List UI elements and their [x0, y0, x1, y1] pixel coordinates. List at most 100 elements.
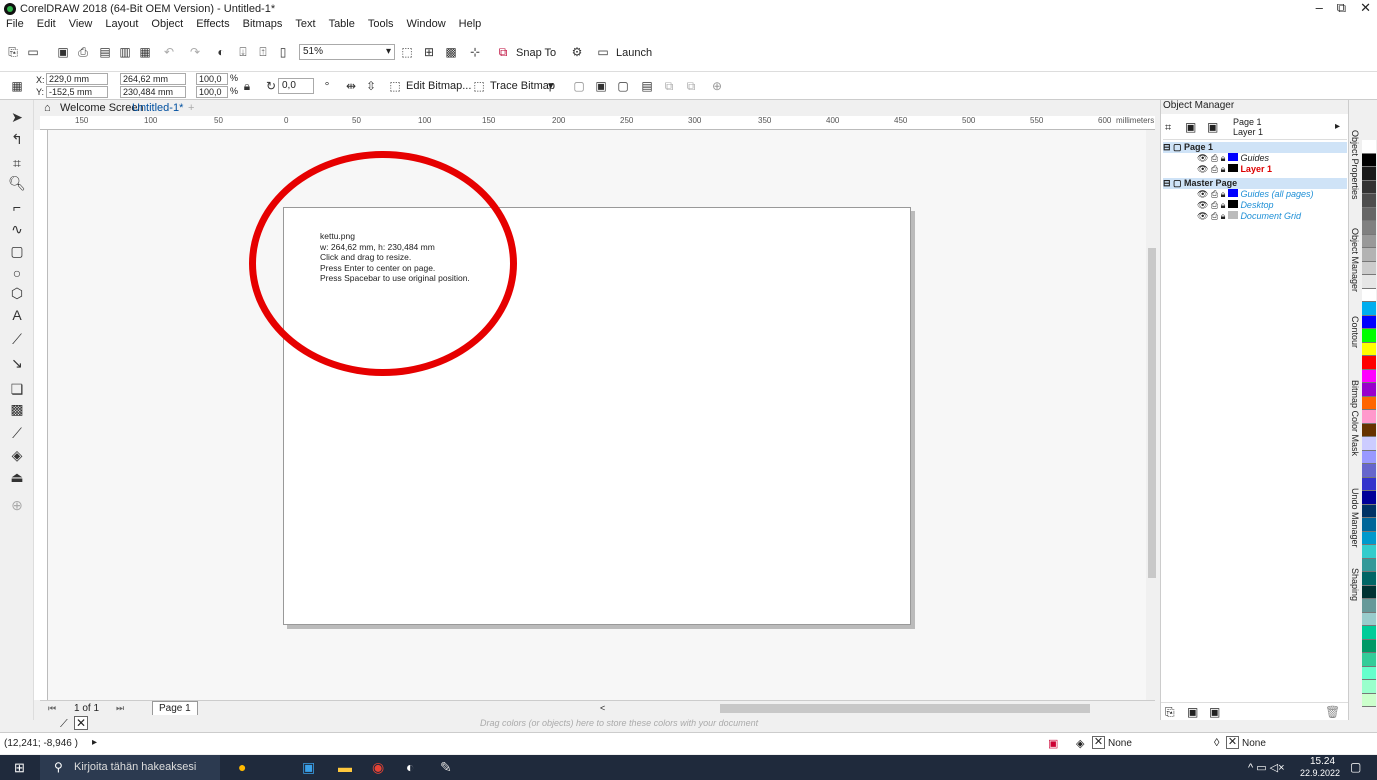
scale-height-field[interactable]: 100,0: [196, 86, 228, 98]
color-proof-icon[interactable]: ▣: [1048, 737, 1058, 750]
menu-help[interactable]: Help: [459, 18, 482, 32]
palette-swatch[interactable]: [1362, 383, 1376, 397]
menu-effects[interactable]: Effects: [196, 18, 229, 32]
outline-pen-icon[interactable]: ◊: [1214, 737, 1219, 749]
palette-swatch[interactable]: [1362, 180, 1376, 194]
to-front-icon[interactable]: ⧉: [660, 77, 678, 95]
crop-tool-icon[interactable]: ⌗: [8, 154, 26, 172]
text-tool-icon[interactable]: A: [8, 306, 26, 324]
palette-swatch[interactable]: [1362, 248, 1376, 262]
fill-none-swatch-icon[interactable]: ✕: [1092, 736, 1105, 749]
launch-icon[interactable]: ▭: [594, 43, 612, 61]
palette-swatch[interactable]: [1362, 437, 1376, 451]
height-field[interactable]: 230,484 mm: [120, 86, 186, 98]
vertical-scrollbar[interactable]: [1146, 130, 1157, 700]
minimize-button[interactable]: –: [1316, 0, 1323, 16]
connector-tool-icon[interactable]: ↘: [8, 354, 26, 372]
launch-button[interactable]: Launch: [616, 47, 652, 59]
fill-bucket-icon[interactable]: ◈: [1076, 737, 1084, 750]
tree-item-layer-1[interactable]: 👁︎ ⎙ 🔒︎ Layer 1: [1163, 164, 1347, 175]
close-button[interactable]: ✕: [1360, 0, 1371, 16]
vertical-ruler[interactable]: [34, 130, 48, 700]
palette-swatch[interactable]: [1362, 153, 1376, 167]
drop-shadow-icon[interactable]: ❏: [8, 380, 26, 398]
horizontal-scroll-thumb[interactable]: [720, 704, 1090, 713]
artistic-media-icon[interactable]: ∿: [8, 220, 26, 238]
new-tab-button[interactable]: +: [188, 102, 194, 114]
notifications-icon[interactable]: ▢: [1350, 760, 1361, 774]
panel-expand-icon[interactable]: ▸: [1335, 121, 1340, 132]
object-origin-icon[interactable]: ▦: [8, 77, 26, 95]
export-icon[interactable]: ⍐: [254, 43, 272, 61]
palette-swatch[interactable]: [1362, 140, 1376, 154]
trace-bitmap-icon[interactable]: ⬚: [470, 77, 488, 95]
ellipse-tool-icon[interactable]: ○: [8, 264, 26, 282]
quick-customize-icon[interactable]: ⊕: [8, 496, 26, 514]
save-icon[interactable]: ▣: [54, 43, 72, 61]
cut-icon[interactable]: ▤: [96, 43, 114, 61]
print-icon[interactable]: ⎙: [74, 43, 92, 61]
home-icon[interactable]: ⌂: [44, 102, 51, 114]
palette-swatch[interactable]: [1362, 167, 1376, 181]
snap-to-button[interactable]: Snap To: [516, 47, 556, 59]
menu-object[interactable]: Object: [151, 18, 183, 32]
palette-swatch[interactable]: [1362, 545, 1376, 559]
tree-item-master-page[interactable]: ⊟ ▢ Master Page: [1163, 178, 1347, 189]
delete-icon[interactable]: 🗑︎: [1325, 705, 1340, 719]
palette-swatch[interactable]: [1362, 477, 1376, 491]
layer-options-icon[interactable]: ⌗: [1165, 122, 1171, 135]
palette-swatch[interactable]: [1362, 518, 1376, 532]
palette-swatch[interactable]: [1362, 288, 1376, 302]
new-master-layer-all-icon[interactable]: ▣: [1209, 705, 1220, 719]
palette-swatch[interactable]: [1362, 369, 1376, 383]
palette-swatch[interactable]: [1362, 450, 1376, 464]
full-screen-icon[interactable]: ⬚: [398, 43, 416, 61]
palette-swatch[interactable]: [1362, 329, 1376, 343]
mirror-vertical-icon[interactable]: ⇳: [362, 77, 380, 95]
palette-swatch[interactable]: [1362, 653, 1376, 667]
palette-swatch[interactable]: [1362, 275, 1376, 289]
palette-swatch[interactable]: [1362, 585, 1376, 599]
palette-swatch[interactable]: [1362, 666, 1376, 680]
tree-item-guides-all-pages[interactable]: 👁︎ ⎙ 🔒︎ Guides (all pages): [1163, 189, 1347, 200]
scroll-left-icon[interactable]: <: [600, 703, 605, 713]
tab-object-manager[interactable]: Object Manager: [1350, 228, 1360, 292]
palette-swatch[interactable]: [1362, 315, 1376, 329]
open-folder-icon[interactable]: ▭: [24, 43, 42, 61]
menu-window[interactable]: Window: [407, 18, 446, 32]
bitmap-mask-icon[interactable]: ▢: [570, 77, 588, 95]
copy-icon[interactable]: ▥: [116, 43, 134, 61]
shape-tool-icon[interactable]: ↰: [8, 130, 26, 148]
palette-swatch[interactable]: [1362, 612, 1376, 626]
system-tray-icons[interactable]: ^ ▭ ◁×: [1248, 761, 1285, 774]
tab-shaping[interactable]: Shaping: [1350, 568, 1360, 601]
next-page-icon[interactable]: ⏭: [116, 703, 124, 714]
polygon-tool-icon[interactable]: ⬡: [8, 284, 26, 302]
vertical-scroll-thumb[interactable]: [1148, 248, 1156, 578]
add-quick-customize-icon[interactable]: ⊕: [708, 77, 726, 95]
lock-ratio-icon[interactable]: 🔒︎: [238, 77, 256, 95]
palette-swatch[interactable]: [1362, 234, 1376, 248]
palette-swatch[interactable]: [1362, 194, 1376, 208]
palette-swatch[interactable]: [1362, 558, 1376, 572]
menu-tools[interactable]: Tools: [368, 18, 394, 32]
file-explorer-icon[interactable]: ▬: [338, 759, 352, 775]
palette-swatch[interactable]: [1362, 221, 1376, 235]
rectangle-tool-icon[interactable]: ▢: [8, 242, 26, 260]
tab-untitled-1[interactable]: Untitled-1*: [132, 102, 183, 114]
palette-swatch[interactable]: [1362, 396, 1376, 410]
palette-swatch[interactable]: [1362, 531, 1376, 545]
redo-icon[interactable]: ↷: [186, 43, 204, 61]
tree-item-desktop[interactable]: 👁︎ ⎙ 🔒︎ Desktop: [1163, 200, 1347, 211]
palette-swatch[interactable]: [1362, 572, 1376, 586]
menu-file[interactable]: File: [6, 18, 24, 32]
store-icon[interactable]: ▣: [302, 759, 315, 776]
palette-swatch[interactable]: [1362, 599, 1376, 613]
crop-bitmap-icon[interactable]: ▢: [614, 77, 632, 95]
palette-swatch[interactable]: [1362, 504, 1376, 518]
zoom-tool-icon[interactable]: 🔍︎: [8, 174, 26, 192]
horizontal-ruler[interactable]: 150 100 50 0 50 100 150 200 250 300 350 …: [40, 116, 1155, 130]
tab-object-properties[interactable]: Object Properties: [1350, 130, 1360, 200]
palette-swatch[interactable]: [1362, 693, 1376, 707]
smart-fill-icon[interactable]: ⏏: [8, 468, 26, 486]
